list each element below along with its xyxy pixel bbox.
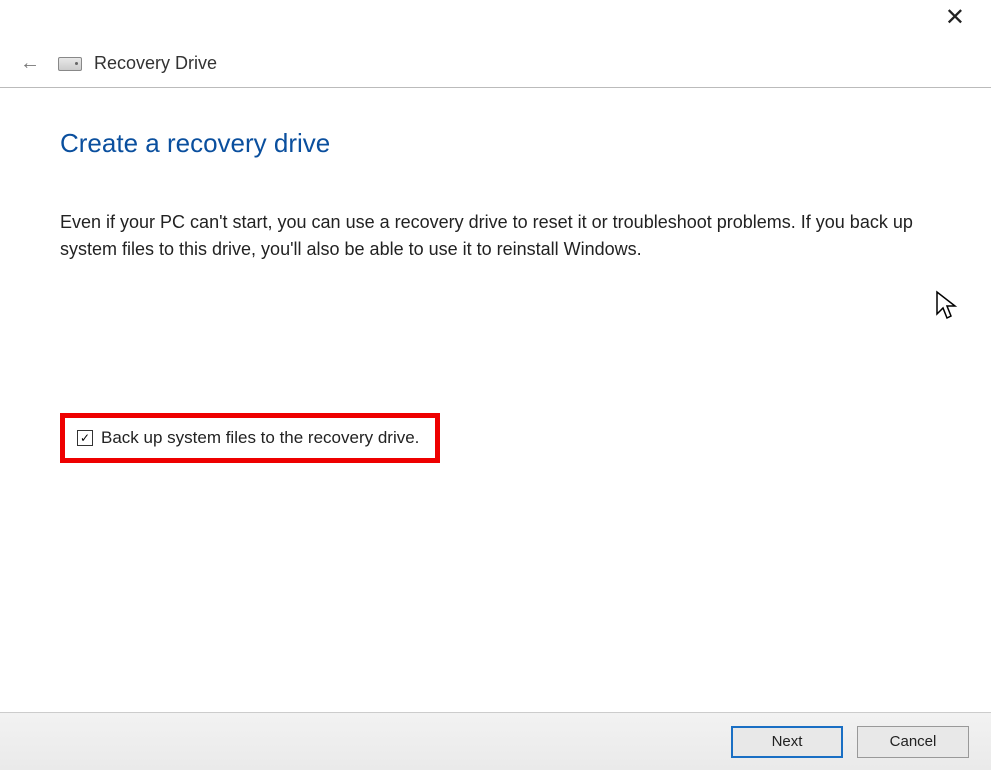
close-icon[interactable]: ✕ <box>937 6 973 30</box>
description-text: Even if your PC can't start, you can use… <box>60 209 930 263</box>
cancel-button[interactable]: Cancel <box>857 726 969 758</box>
backup-checkbox-highlight: ✓ Back up system files to the recovery d… <box>60 413 440 463</box>
wizard-title: Recovery Drive <box>94 53 217 74</box>
drive-icon <box>58 57 82 71</box>
title-bar: ✕ <box>0 0 991 40</box>
wizard-header: ← Recovery Drive <box>0 40 991 88</box>
back-arrow-icon[interactable]: ← <box>12 48 48 79</box>
content-area: Create a recovery drive Even if your PC … <box>0 88 991 463</box>
page-heading: Create a recovery drive <box>60 128 935 159</box>
wizard-footer: Next Cancel <box>0 712 991 770</box>
next-button[interactable]: Next <box>731 726 843 758</box>
backup-checkbox[interactable]: ✓ <box>77 430 93 446</box>
backup-checkbox-label: Back up system files to the recovery dri… <box>101 428 419 448</box>
